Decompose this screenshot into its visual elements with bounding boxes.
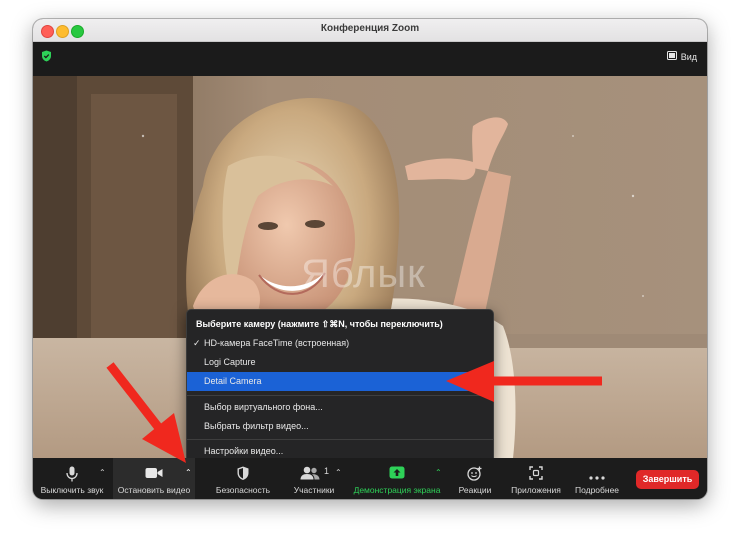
view-label: Вид [680,51,697,62]
apps-label: Приложения [511,485,561,495]
menu-divider [187,439,493,440]
security-button[interactable]: Безопасность [211,458,275,499]
security-shield-icon [237,466,250,486]
more-label: Подробнее [574,485,620,495]
camera-option-label: Logi Capture [204,357,256,367]
annotation-arrow-icon [446,361,602,402]
share-screen-label: Демонстрация экрана [353,485,441,495]
video-filter-label: Выбрать фильтр видео... [204,421,309,431]
virtual-background-label: Выбор виртуального фона... [204,402,323,412]
meeting-top-bar: Вид [33,42,707,76]
camera-menu-header: Выберите камеру (нажмите ⇧⌘N, чтобы пере… [187,315,493,334]
more-dots-icon [589,467,605,485]
watermark: Яблык [301,252,426,296]
checkmark-icon: ✓ [193,338,201,348]
view-button[interactable]: Вид [666,51,697,62]
participants-icon [300,466,320,485]
apps-button[interactable]: Приложения [505,458,567,499]
share-screen-icon [389,466,405,484]
more-button[interactable]: Подробнее [569,458,625,499]
camera-option-facetime[interactable]: ✓ HD-камера FaceTime (встроенная) [187,334,493,353]
participants-button[interactable]: 1 Участники [281,458,347,499]
reactions-label: Реакции [458,485,492,495]
apps-icon [529,466,543,485]
participants-options-chevron-icon[interactable]: ⌃ [335,468,342,477]
grid-view-icon [666,51,677,62]
security-label: Безопасность [215,485,271,495]
participants-label: Участники [293,485,335,495]
annotation-arrow-icon [106,362,186,463]
participants-count: 1 [324,466,330,476]
end-meeting-button[interactable]: Завершить [636,470,699,489]
share-options-chevron-icon[interactable]: ⌃ [435,468,442,477]
mute-button[interactable]: Выключить звук [37,458,107,499]
shield-icon[interactable] [41,49,52,67]
camera-option-label: Detail Camera [204,376,262,386]
microphone-icon [66,466,78,487]
reactions-emoji-icon [467,466,483,486]
camera-option-label: HD-камера FaceTime (встроенная) [204,338,350,348]
video-filter-option[interactable]: Выбрать фильтр видео... [187,417,493,436]
mute-label: Выключить звук [40,485,104,495]
camera-menu-header-label: Выберите камеру (нажмите ⇧⌘N, чтобы пере… [196,319,443,329]
share-screen-button[interactable]: Демонстрация экрана [349,458,445,499]
window-title: Конференция Zoom [320,23,420,34]
reactions-button[interactable]: Реакции [449,458,501,499]
stop-video-label: Остановить видео [117,485,191,495]
title-bar: Конференция Zoom [33,19,707,42]
